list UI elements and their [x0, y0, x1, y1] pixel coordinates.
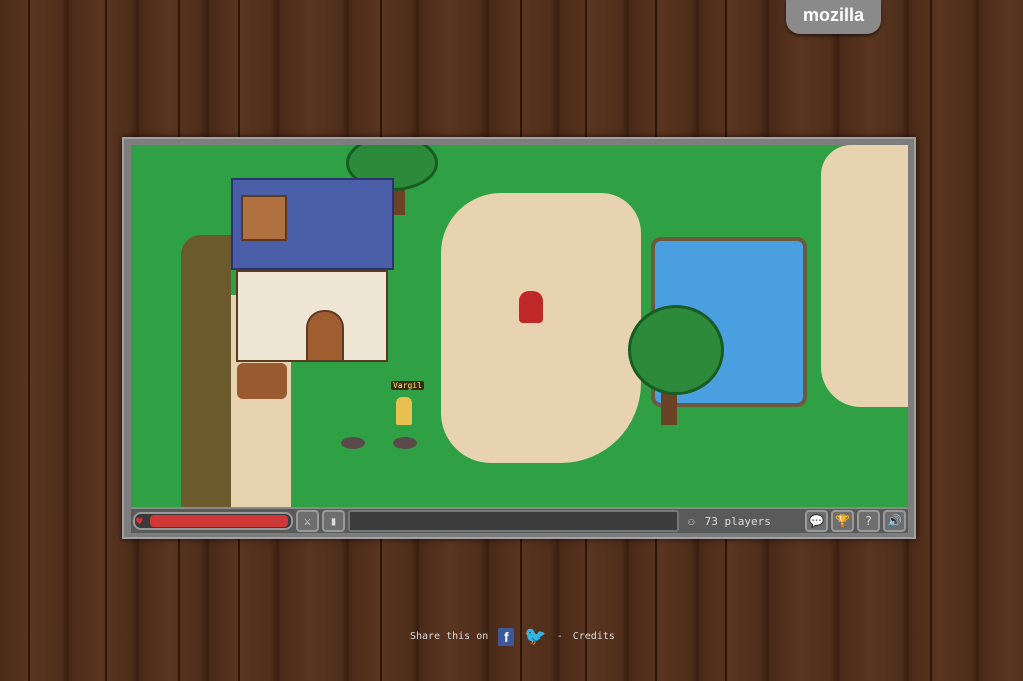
credits-link[interactable]: Credits — [573, 631, 615, 642]
chat-area[interactable] — [348, 510, 679, 532]
player-character[interactable] — [396, 397, 412, 425]
achievements-icon[interactable]: 🏆 — [831, 510, 854, 532]
sand-path — [441, 193, 641, 463]
game-frame: Vargil ♥ ⚔ ▮ ⚇ 73 players 💬 🏆 ? 🔊 — [122, 137, 916, 539]
help-icon[interactable]: ? — [857, 510, 880, 532]
share-text: Share this on — [410, 631, 489, 642]
player-count-label: 73 players — [704, 514, 771, 528]
player-name-label: Vargil — [391, 381, 424, 390]
sand-path — [821, 145, 908, 407]
house-door[interactable] — [306, 310, 344, 362]
firewood-pile — [237, 363, 287, 399]
mozilla-logo-tab[interactable]: mozilla — [786, 0, 881, 34]
heart-icon: ♥ — [136, 514, 143, 528]
wood-plank — [28, 0, 30, 681]
health-bar: ♥ — [133, 512, 293, 530]
sword-icon[interactable]: ⚔ — [296, 510, 319, 532]
footer: Share this on f 🐦 - Credits — [410, 626, 615, 647]
game-canvas[interactable]: Vargil — [131, 145, 908, 507]
armor-icon[interactable]: ▮ — [322, 510, 345, 532]
players-icon: ⚇ — [688, 514, 695, 528]
player-count[interactable]: ⚇ 73 players — [682, 515, 802, 528]
house-window — [241, 195, 287, 241]
hud-bar: ♥ ⚔ ▮ ⚇ 73 players 💬 🏆 ? 🔊 — [131, 507, 908, 533]
tree — [628, 305, 724, 395]
facebook-icon[interactable]: f — [498, 627, 515, 646]
sound-icon[interactable]: 🔊 — [883, 510, 906, 532]
cliff — [181, 235, 231, 507]
wood-plank — [930, 0, 932, 681]
wood-plank — [105, 0, 107, 681]
rat-enemy[interactable] — [341, 437, 365, 449]
chat-icon[interactable]: 💬 — [805, 510, 828, 532]
rat-enemy[interactable] — [393, 437, 417, 449]
npc-red-wizard[interactable] — [519, 291, 543, 323]
twitter-bird-icon[interactable]: 🐦 — [524, 626, 546, 647]
health-bar-fill — [150, 515, 288, 527]
separator: - — [556, 631, 563, 642]
